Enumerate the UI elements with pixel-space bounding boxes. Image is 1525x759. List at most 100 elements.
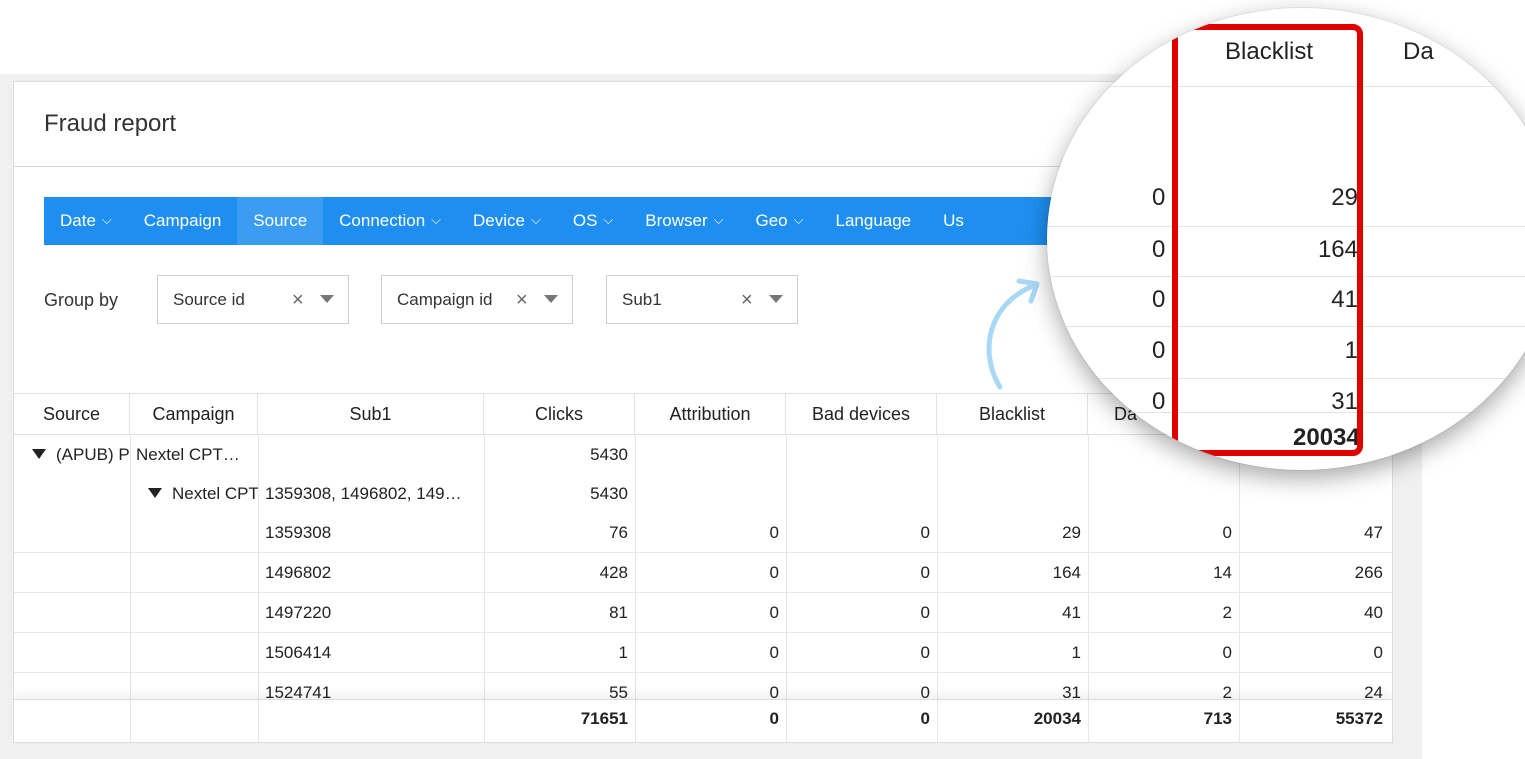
cell-attribution: 0 — [769, 643, 779, 662]
cell-bad-devices: 0 — [920, 523, 930, 542]
tab-label: Source — [253, 211, 308, 230]
cell-blacklist: 164 — [1052, 563, 1081, 582]
tab-device[interactable]: Device ⌵ — [457, 197, 557, 245]
cell-attribution: 0 — [769, 563, 779, 582]
cell-col7: 2 — [1222, 603, 1232, 622]
clear-icon[interactable]: × — [292, 290, 304, 310]
cell-col7: 0 — [1222, 523, 1232, 542]
tab-us[interactable]: Us — [927, 197, 980, 245]
mag-left-value: 0 — [1152, 286, 1166, 313]
cell-bad-devices: 0 — [920, 603, 930, 622]
table-row[interactable]: 1506414 1 0 0 1 0 0 — [14, 633, 1392, 673]
chevron-down-icon[interactable] — [769, 295, 783, 303]
cell-sub1: 1496802 — [265, 563, 332, 582]
chevron-down-icon: ⌵ — [793, 212, 804, 227]
mag-left-value: 0 — [1152, 184, 1166, 211]
table-row[interactable]: 1497220 81 0 0 41 2 40 — [14, 593, 1392, 633]
tab-label: Geo — [755, 211, 788, 230]
clear-icon[interactable]: × — [516, 290, 528, 310]
group-source-label: (APUB) P — [56, 445, 130, 464]
cell-clicks: 81 — [609, 603, 628, 622]
cell-col7: 14 — [1213, 563, 1232, 582]
chevron-down-icon: ⌵ — [603, 212, 614, 227]
group-clicks: 5430 — [590, 484, 628, 503]
mag-left-value: 0 — [1152, 337, 1166, 364]
cell-col8: 47 — [1364, 523, 1383, 542]
cell-blacklist: 41 — [1062, 603, 1081, 622]
cell-sub1: 1359308 — [265, 523, 332, 542]
group-campaign[interactable]: Nextel CPT — [148, 474, 258, 514]
table-row[interactable]: 1496802 428 0 0 164 14 266 — [14, 553, 1392, 593]
total-col7: 713 — [1203, 709, 1232, 728]
totals-row: 71651 0 0 20034 713 55372 — [14, 699, 1392, 742]
tab-date[interactable]: Date ⌵ — [44, 197, 128, 245]
column-header-bad-devices[interactable]: Bad devices — [786, 394, 937, 434]
cell-col8: 0 — [1373, 643, 1383, 662]
expand-triangle-icon[interactable] — [148, 488, 162, 498]
select-value: Campaign id — [397, 290, 493, 309]
group-campaign-label: Nextel CPT — [172, 484, 258, 503]
cell-attribution: 0 — [769, 603, 779, 622]
group-by-select-sub1[interactable]: Sub1 × — [606, 275, 798, 324]
mag-header-right: Da — [1403, 38, 1434, 65]
group-by-select-campaign[interactable]: Campaign id × — [381, 275, 573, 324]
chevron-down-icon: ⌵ — [713, 212, 724, 227]
tab-os[interactable]: OS ⌵ — [557, 197, 629, 245]
tab-label: Date — [60, 211, 96, 230]
cell-blacklist: 29 — [1062, 523, 1081, 542]
group-clicks: 5430 — [590, 445, 628, 464]
highlight-box — [1172, 24, 1363, 456]
chevron-down-icon: ⌵ — [531, 212, 541, 227]
column-header-source[interactable]: Source — [14, 394, 130, 434]
chevron-down-icon: ⌵ — [431, 212, 442, 227]
tab-label: Campaign — [143, 211, 222, 230]
column-header-sub1[interactable]: Sub1 — [258, 394, 484, 434]
cell-sub1: 1497220 — [265, 603, 332, 622]
cell-col8: 40 — [1364, 603, 1383, 622]
table-row[interactable]: 1359308 76 0 0 29 0 47 — [14, 513, 1392, 553]
tab-label: Us — [943, 211, 964, 230]
cell-col8: 266 — [1354, 563, 1383, 582]
group-campaign: Nextel CPT… — [136, 445, 240, 464]
cell-clicks: 1 — [618, 643, 628, 662]
clear-icon[interactable]: × — [741, 290, 753, 310]
tab-browser[interactable]: Browser ⌵ — [629, 197, 739, 245]
tab-geo[interactable]: Geo ⌵ — [740, 197, 820, 245]
cell-attribution: 0 — [769, 523, 779, 542]
group-sub1: 1359308, 1496802, 149… — [265, 484, 462, 503]
cell-sub1: 1506414 — [265, 643, 332, 662]
chevron-down-icon[interactable] — [544, 295, 558, 303]
total-blacklist: 20034 — [1033, 709, 1081, 728]
chevron-down-icon: ⌵ — [101, 212, 112, 227]
group-row[interactable]: Nextel CPT 1359308, 1496802, 149… 5430 — [14, 474, 1392, 513]
group-by-select-source[interactable]: Source id × — [157, 275, 349, 324]
total-bad-devices: 0 — [920, 709, 930, 728]
tab-label: OS — [572, 211, 598, 230]
tab-label: Language — [835, 211, 912, 230]
group-by-label: Group by — [44, 290, 119, 310]
chevron-down-icon[interactable] — [320, 295, 334, 303]
magnifier-callout: s Blacklist Da 0 29 0 164 0 41 0 1 0 31 20034 — [1047, 8, 1525, 470]
column-header-campaign[interactable]: Campaign — [130, 394, 258, 434]
mag-header-left: s — [1131, 38, 1143, 65]
tab-campaign[interactable]: Campaign — [128, 197, 238, 245]
tab-label: Connection — [339, 211, 426, 230]
cell-col7: 0 — [1222, 643, 1232, 662]
select-value: Source id — [173, 290, 245, 309]
expand-triangle-icon[interactable] — [32, 449, 46, 459]
column-header-clicks[interactable]: Clicks — [484, 394, 635, 434]
group-source[interactable]: (APUB) P — [32, 435, 130, 475]
cell-bad-devices: 0 — [920, 563, 930, 582]
select-value: Sub1 — [622, 290, 662, 309]
tab-source[interactable]: Source — [237, 197, 324, 245]
cell-clicks: 428 — [599, 563, 628, 582]
pointer-arrow-icon — [986, 278, 1040, 390]
total-attribution: 0 — [769, 709, 779, 728]
tab-connection[interactable]: Connection ⌵ — [323, 197, 457, 245]
tab-label: Browser — [645, 211, 708, 230]
tab-language[interactable]: Language — [820, 197, 928, 245]
column-header-attribution[interactable]: Attribution — [635, 394, 786, 434]
tab-label: Device — [473, 211, 525, 230]
grid-body: (APUB) P Nextel CPT… 5430 Nextel CPT 1359308… — [14, 435, 1392, 713]
mag-left-value: 0 — [1152, 388, 1166, 415]
